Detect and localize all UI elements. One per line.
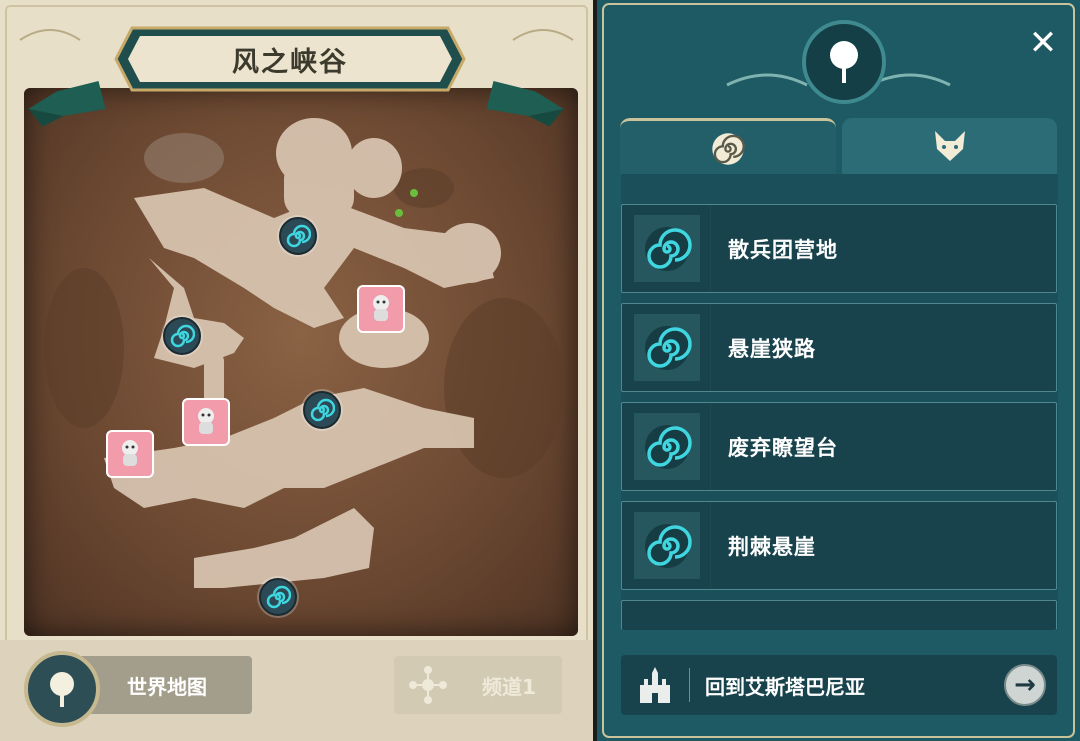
map-waypoint-marker[interactable] [163,317,201,355]
world-map-label: 世界地图 [127,674,207,699]
tab-monsters[interactable] [842,118,1057,174]
map-monster-marker[interactable] [106,430,154,478]
spiral-icon [645,424,692,469]
waypoint-icon-box [634,215,700,282]
arrow-right-icon[interactable]: → [1004,664,1046,706]
item-separator [710,502,711,589]
map-monster-marker[interactable] [182,398,230,446]
castle-icon [640,667,670,703]
spiral-icon [286,224,311,248]
waypoint-item-partial[interactable] [621,600,1057,630]
world-map-icon-button[interactable] [24,651,100,727]
item-separator [710,304,711,391]
fox-icon [934,131,965,161]
waypoint-label: 悬崖狭路 [728,336,816,361]
spiral-icon [712,133,745,165]
channel-node-icon [409,666,447,704]
spiral-icon [645,325,692,370]
return-home-label: 回到艾斯塔巴尼亚 [705,674,865,699]
map-pin-emblem [802,20,886,104]
close-button[interactable]: ✕ [1024,24,1062,62]
waypoint-label: 废弃瞭望台 [728,435,838,460]
region-map[interactable] [24,88,578,636]
region-title: 风之峡谷 [232,46,348,78]
monster-icon [373,295,389,321]
waypoint-icon-box [634,314,700,381]
map-waypoint-marker[interactable] [279,217,317,255]
map-monster-marker[interactable] [357,285,405,333]
channel-label: 频道1 [482,674,536,699]
monster-icon [198,408,214,434]
ribbon-right [486,81,564,127]
waypoint-label: 荆棘悬崖 [728,534,816,559]
return-separator [689,668,690,702]
map-pin-icon [50,672,74,707]
ribbon-left [28,81,106,127]
waypoint-item[interactable]: 荆棘悬崖 [621,501,1057,590]
waypoint-item[interactable]: 悬崖狭路 [621,303,1057,392]
item-separator [710,403,711,490]
map-panel: 风之峡谷 世界地图 频道1 [0,0,593,741]
waypoint-item[interactable]: 废弃瞭望台 [621,402,1057,491]
monster-icon [122,440,138,466]
waypoint-icon-box [634,512,700,579]
map-terrain [44,118,564,588]
waypoint-item[interactable]: 散兵团营地 [621,204,1057,293]
waypoint-icon-box [634,413,700,480]
spiral-icon [170,324,195,348]
map-waypoint-marker[interactable] [303,391,341,429]
spiral-icon [645,226,692,271]
map-pin-icon [830,41,858,83]
spiral-icon [266,585,291,609]
map-waypoint-marker[interactable] [259,578,297,616]
spiral-icon [645,523,692,568]
spiral-icon [310,398,335,422]
item-separator [710,205,711,292]
waypoint-label: 散兵团营地 [728,237,838,262]
region-title-banner: 风之峡谷 [112,24,468,94]
tab-waypoints[interactable] [620,118,836,177]
